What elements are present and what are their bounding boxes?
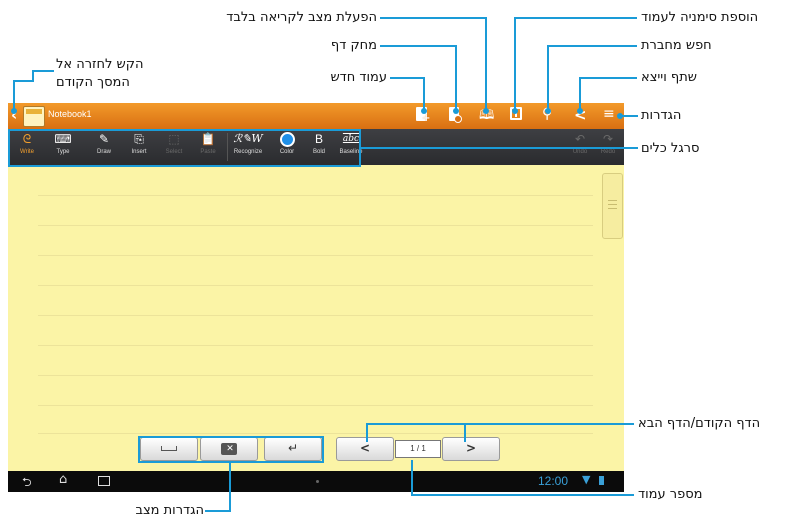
recent-apps-icon[interactable] [98, 476, 110, 486]
annotation-eraser: מחק דף [330, 38, 377, 53]
notebook-thumbnail-icon[interactable] [23, 106, 45, 127]
ruled-line [38, 345, 593, 346]
notebook-title: Notebook1 [48, 109, 92, 119]
annotation-search: חפש מחברת [641, 38, 712, 53]
ruled-line [38, 405, 593, 406]
title-bar: ‹ Notebook1 + 🕮 ⚲ < ≡ [8, 103, 624, 129]
wifi-icon: ▼ [582, 473, 591, 486]
previous-page-button[interactable]: < [336, 437, 394, 461]
page-number-text: 1 / 1 [410, 444, 426, 453]
settings-menu-icon[interactable]: ≡ [603, 106, 615, 122]
system-nav-bar: ⮌ ⌂ 12:00 ▼ [8, 471, 624, 492]
ruled-line [38, 315, 593, 316]
home-icon[interactable]: ⌂ [59, 472, 67, 487]
annotation-read-only: הפעלת מצב לקריאה בלבד [226, 10, 377, 25]
annotation-back-line2: המסך הקודם [56, 75, 130, 90]
annotation-new-page: עמוד חדש [330, 70, 387, 85]
ruled-line [38, 195, 593, 196]
ruled-line [38, 285, 593, 286]
mode-settings-highlight [138, 436, 324, 463]
toolbar-highlight [8, 129, 361, 167]
note-page[interactable] [8, 165, 624, 471]
annotation-prev-next: הדף הקודם/הדף הבא [638, 416, 761, 431]
ruled-line [38, 433, 593, 434]
redo-label: Redo [600, 149, 616, 155]
scrollbar-handle[interactable] [602, 173, 623, 239]
back-icon[interactable]: ⮌ [22, 473, 32, 494]
annotation-share: שתף וייצא [641, 70, 697, 85]
annotation-page-number: מספר עמוד [638, 487, 703, 502]
redo-icon: ↷ [602, 132, 614, 146]
nav-dot [316, 480, 319, 483]
annotation-back-line1: הקש לחזרה אל [56, 57, 144, 72]
ruled-line [38, 225, 593, 226]
annotation-settings: הגדרות [641, 108, 682, 123]
battery-icon [599, 476, 604, 485]
annotation-bookmark: הוספת סימניה לעמוד [641, 10, 759, 25]
ruled-line [38, 375, 593, 376]
ruled-line [38, 255, 593, 256]
annotation-mode-settings: הגדרות מצב [135, 503, 204, 518]
next-page-button[interactable]: > [442, 437, 500, 461]
clock: 12:00 [538, 474, 569, 488]
page-indicator: 1 / 1 [395, 440, 441, 458]
annotation-toolbar: סרגל כלים [641, 141, 700, 156]
